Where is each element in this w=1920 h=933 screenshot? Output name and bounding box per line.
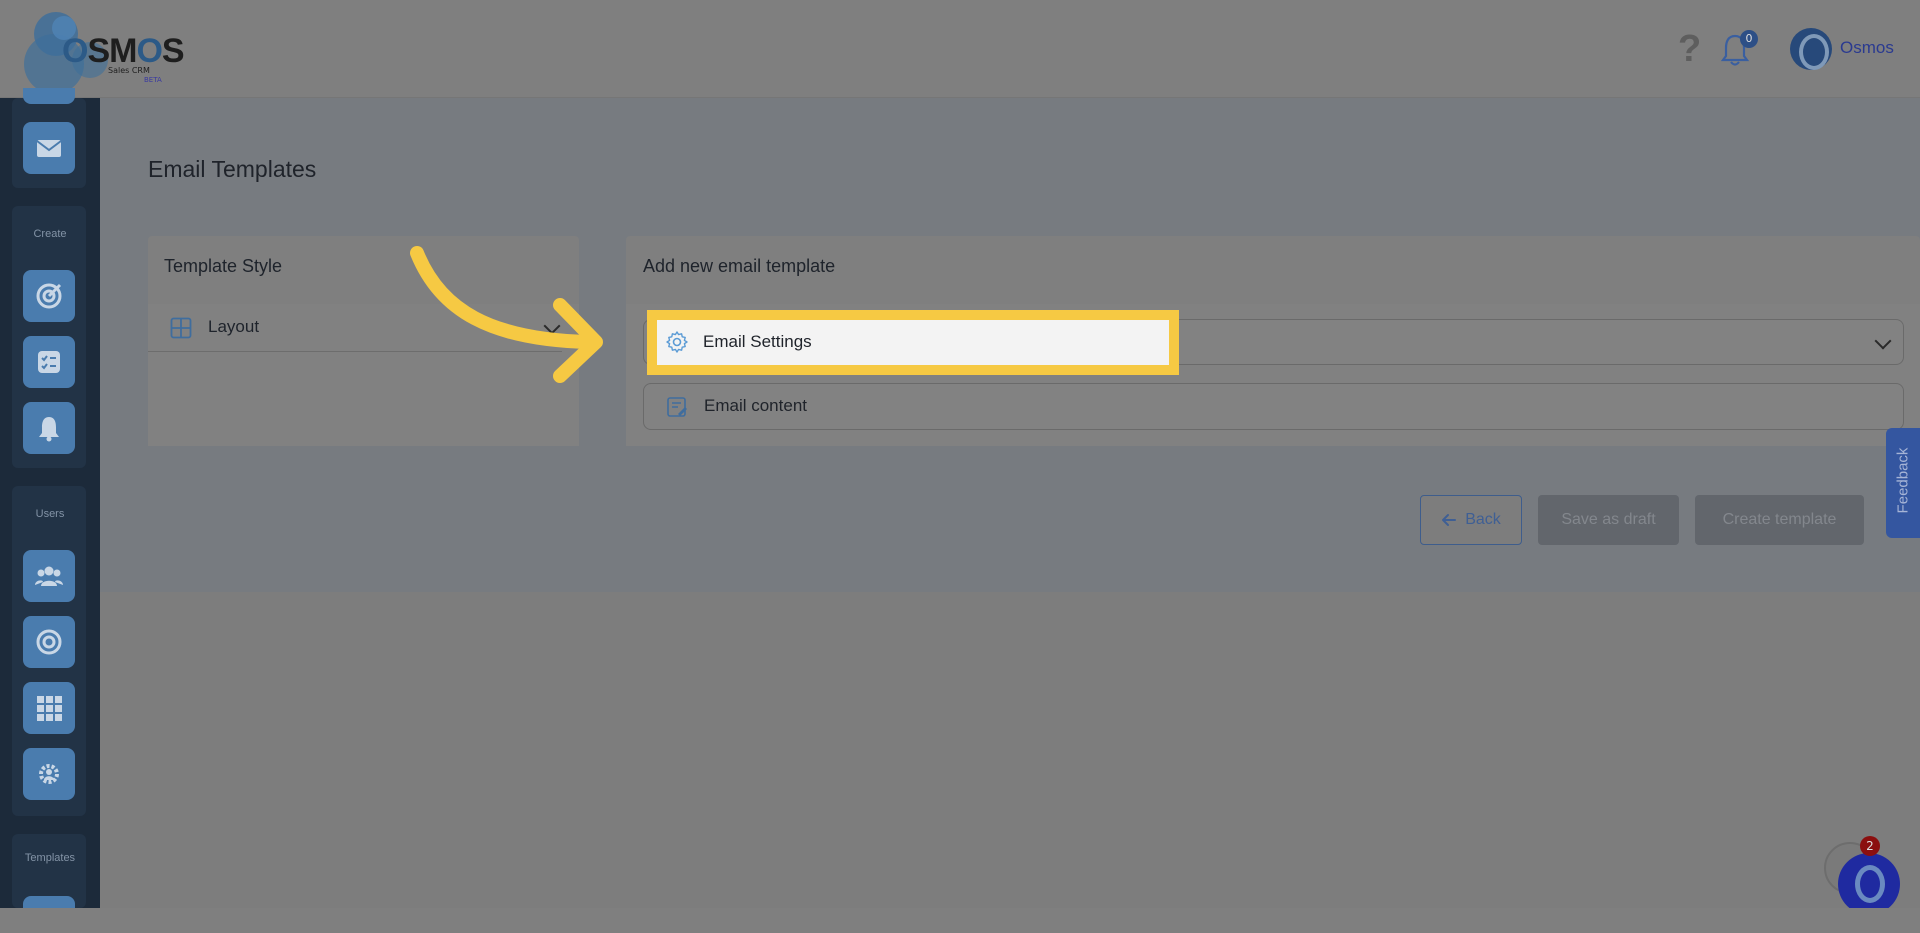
back-label: Back [1465, 511, 1501, 528]
notification-badge: 0 [1740, 30, 1758, 48]
sidebar-item-goals[interactable] [23, 270, 75, 322]
email-settings-highlight[interactable]: Email Settings [647, 310, 1179, 375]
target-ring-icon [36, 629, 62, 655]
sidebar-item-targets[interactable] [23, 616, 75, 668]
sidebar-item-reminders[interactable] [23, 402, 75, 454]
grid-icon [37, 696, 62, 721]
arrow-left-icon [1442, 514, 1457, 526]
gear-group-icon [39, 764, 59, 784]
bell-icon [39, 417, 59, 442]
back-button[interactable]: Back [1420, 495, 1522, 545]
layout-label: Layout [208, 317, 260, 336]
sidebar-item-templates[interactable] [23, 896, 75, 908]
avatar[interactable] [1790, 28, 1832, 70]
help-icon[interactable]: ? [1678, 28, 1701, 71]
arrow-annotation-icon [410, 246, 603, 383]
top-header: OSMOS Sales CRM BETA ? 0 Osmos [0, 0, 1920, 98]
target-icon [36, 283, 62, 309]
feedback-tab[interactable]: Feedback [1886, 428, 1920, 538]
page-title: Email Templates [148, 156, 317, 182]
logo-subtitle: Sales CRM [108, 66, 150, 75]
email-content-accordion[interactable]: Email content [643, 383, 1904, 430]
sidebar-section-users: Users [35, 508, 65, 520]
chat-badge: 2 [1860, 836, 1880, 856]
sidebar-item-apps[interactable] [23, 682, 75, 734]
sidebar-item-email[interactable] [23, 122, 75, 174]
template-style-title: Template Style [164, 256, 283, 276]
sidebar-section-create: Create [33, 228, 67, 240]
layout-grid-icon [170, 317, 192, 339]
create-template-button[interactable]: Create template [1695, 495, 1864, 545]
checklist-icon [38, 351, 60, 373]
sidebar-item-users[interactable] [23, 550, 75, 602]
new-template-title: Add new email template [643, 256, 836, 276]
sidebar-section-templates: Templates [24, 852, 76, 864]
sidebar-item-tasks[interactable] [23, 336, 75, 388]
email-content-label: Email content [704, 396, 807, 415]
email-settings-label: Email Settings [703, 332, 812, 351]
logo-beta: BETA [144, 76, 162, 84]
osmos-logo[interactable]: OSMOS Sales CRM BETA [22, 8, 185, 94]
save-draft-button[interactable]: Save as draft [1538, 495, 1679, 545]
gear-icon [666, 331, 688, 353]
save-draft-label: Save as draft [1561, 511, 1656, 528]
sidebar-item-partial[interactable] [23, 88, 75, 104]
mail-icon [36, 140, 62, 157]
create-template-label: Create template [1722, 511, 1837, 528]
feedback-label: Feedback [1894, 447, 1912, 514]
chat-launcher-icon[interactable] [1838, 853, 1900, 915]
users-icon [35, 566, 63, 586]
sidebar: Create Users Templates [0, 88, 100, 908]
document-edit-icon [667, 397, 687, 417]
user-name[interactable]: Osmos [1840, 38, 1894, 58]
chevron-down-icon [1874, 332, 1892, 350]
sidebar-item-team-settings[interactable] [23, 748, 75, 800]
bottom-strip [0, 908, 1920, 933]
